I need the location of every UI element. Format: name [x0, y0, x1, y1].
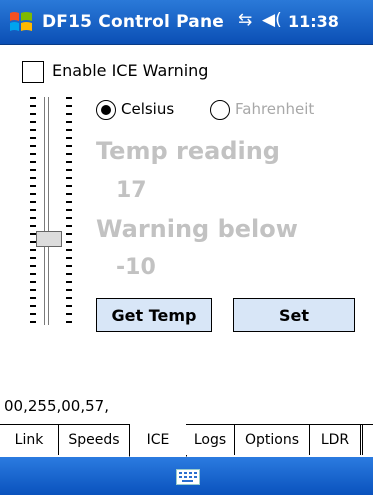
enable-ice-warning-checkbox[interactable]: [22, 61, 44, 83]
tab-link[interactable]: Link: [0, 425, 59, 455]
set-button[interactable]: Set: [233, 298, 355, 332]
tab-bar: Link Speeds ICE Logs Options LDR: [0, 424, 373, 458]
tab-options[interactable]: Options: [235, 425, 310, 455]
warning-below-label: Warning below: [96, 215, 298, 243]
fahrenheit-label[interactable]: Fahrenheit: [235, 100, 314, 118]
keyboard-icon[interactable]: [176, 469, 200, 485]
warning-below-value: -10: [116, 255, 156, 280]
slider-ticks-right: [66, 97, 72, 325]
speaker-icon[interactable]: ◀(: [262, 10, 282, 30]
windows-start-icon[interactable]: [8, 9, 34, 35]
slider-track: [44, 97, 49, 325]
slider-thumb[interactable]: [36, 231, 62, 247]
tab-scroll-area[interactable]: [362, 425, 373, 455]
radio-selected-dot: [101, 105, 111, 115]
ice-panel: Enable ICE Warning Celsius Fahrenheit Te…: [0, 45, 373, 423]
celsius-label[interactable]: Celsius: [121, 100, 174, 118]
tab-speeds[interactable]: Speeds: [59, 425, 130, 455]
tab-logs[interactable]: Logs: [186, 425, 235, 455]
window-title: DF15 Control Pane: [42, 12, 224, 32]
temp-reading-value: 17: [116, 178, 147, 203]
menu-bar: [0, 457, 373, 495]
get-temp-button[interactable]: Get Temp: [96, 298, 212, 332]
status-readout: 00,255,00,57,: [4, 397, 109, 415]
temp-reading-label: Temp reading: [96, 137, 280, 165]
enable-ice-warning-label[interactable]: Enable ICE Warning: [52, 61, 208, 80]
connectivity-arrows-icon[interactable]: ⇆: [238, 10, 252, 30]
tab-ldr[interactable]: LDR: [310, 425, 361, 455]
celsius-radio[interactable]: [96, 100, 116, 120]
clock[interactable]: 11:38: [288, 12, 339, 31]
title-bar: DF15 Control Pane ⇆ ◀( 11:38: [0, 0, 373, 45]
device-screen: DF15 Control Pane ⇆ ◀( 11:38 Enable ICE …: [0, 0, 373, 495]
tab-ice[interactable]: ICE: [129, 424, 187, 457]
warning-level-slider[interactable]: [28, 97, 76, 330]
fahrenheit-radio[interactable]: [210, 100, 230, 120]
slider-ticks-left: [30, 97, 36, 325]
